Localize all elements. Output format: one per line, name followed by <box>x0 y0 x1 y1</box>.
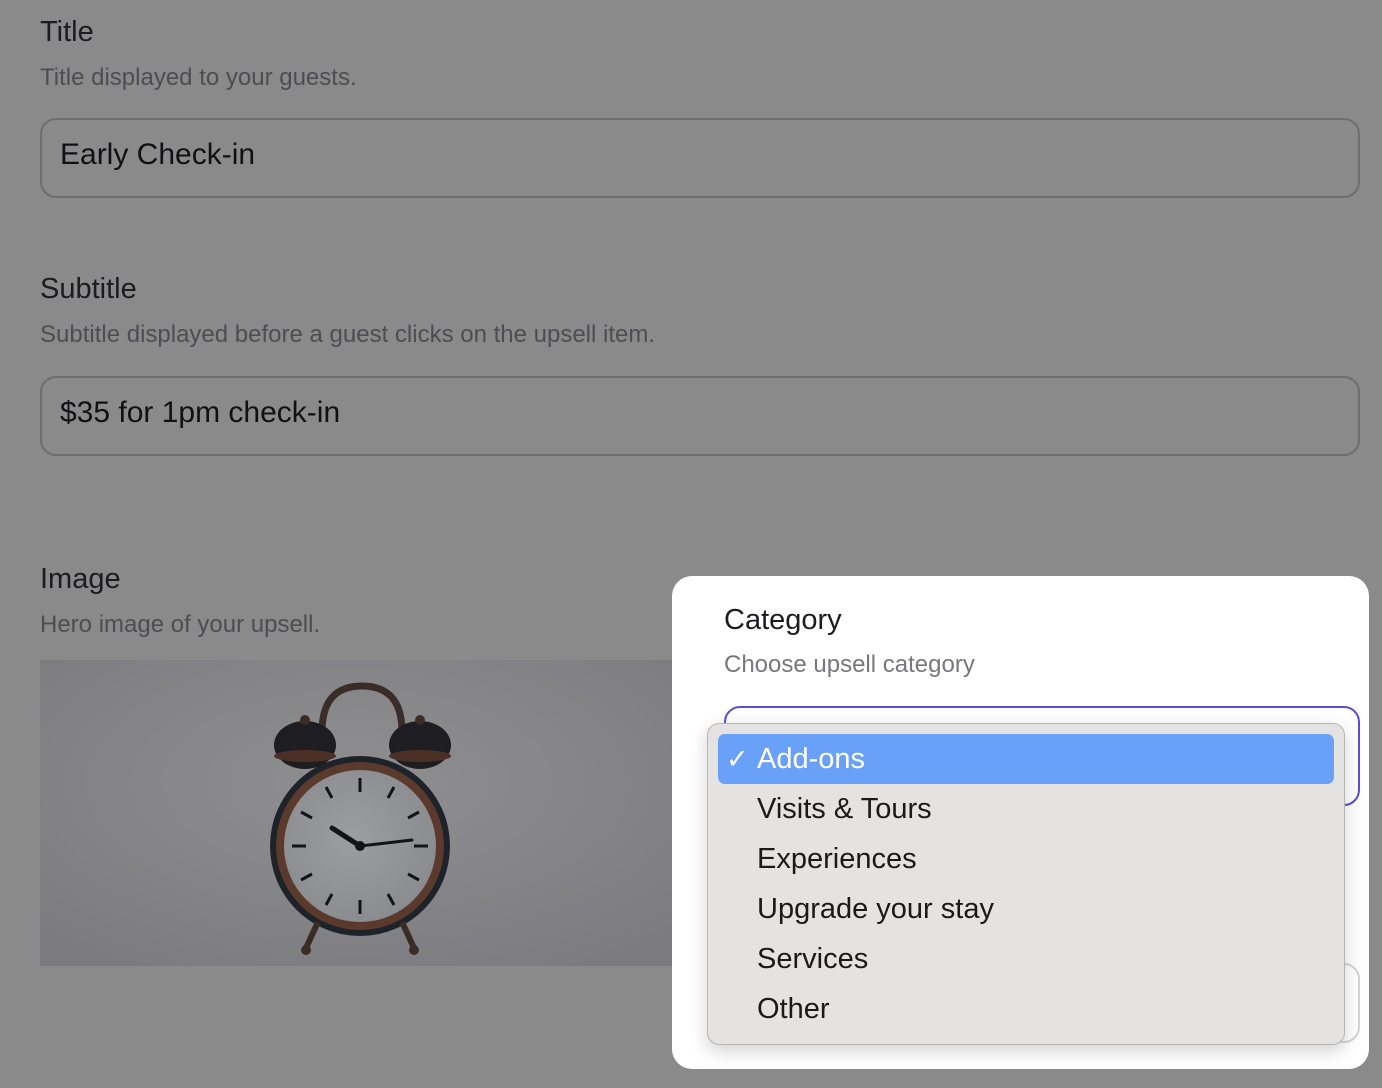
title-input[interactable]: Early Check-in <box>40 118 1360 198</box>
option-visits-tours[interactable]: Visits & Tours <box>718 784 1334 834</box>
option-label: Visits & Tours <box>757 793 932 825</box>
category-help-text: Choose upsell category <box>724 651 975 678</box>
image-help-text: Hero image of your upsell. <box>40 611 321 638</box>
option-services[interactable]: Services <box>718 934 1334 984</box>
category-label: Category <box>724 604 842 636</box>
option-label: Upgrade your stay <box>757 893 994 925</box>
option-label: Other <box>757 993 830 1025</box>
title-label: Title <box>40 16 94 48</box>
option-experiences[interactable]: Experiences <box>718 834 1334 884</box>
option-upgrade-your-stay[interactable]: Upgrade your stay <box>718 884 1334 934</box>
option-add-ons[interactable]: ✓ Add-ons <box>718 734 1334 784</box>
title-help-text: Title displayed to your guests. <box>40 64 357 91</box>
subtitle-input-value: $35 for 1pm check-in <box>60 396 341 429</box>
subtitle-help-text: Subtitle displayed before a guest clicks… <box>40 321 656 348</box>
title-input-value: Early Check-in <box>60 138 256 171</box>
option-other[interactable]: Other <box>718 984 1334 1034</box>
checkmark-icon: ✓ <box>726 744 749 774</box>
subtitle-input[interactable]: $35 for 1pm check-in <box>40 376 1360 456</box>
alarm-clock-image <box>40 660 676 966</box>
image-label: Image <box>40 563 121 595</box>
option-label: Experiences <box>757 843 917 875</box>
hero-image[interactable] <box>40 660 676 966</box>
option-label: Add-ons <box>757 743 866 775</box>
subtitle-label: Subtitle <box>40 273 137 305</box>
category-dropdown-menu: ✓ Add-ons Visits & Tours Experiences Upg… <box>707 723 1345 1045</box>
option-label: Services <box>757 943 869 975</box>
